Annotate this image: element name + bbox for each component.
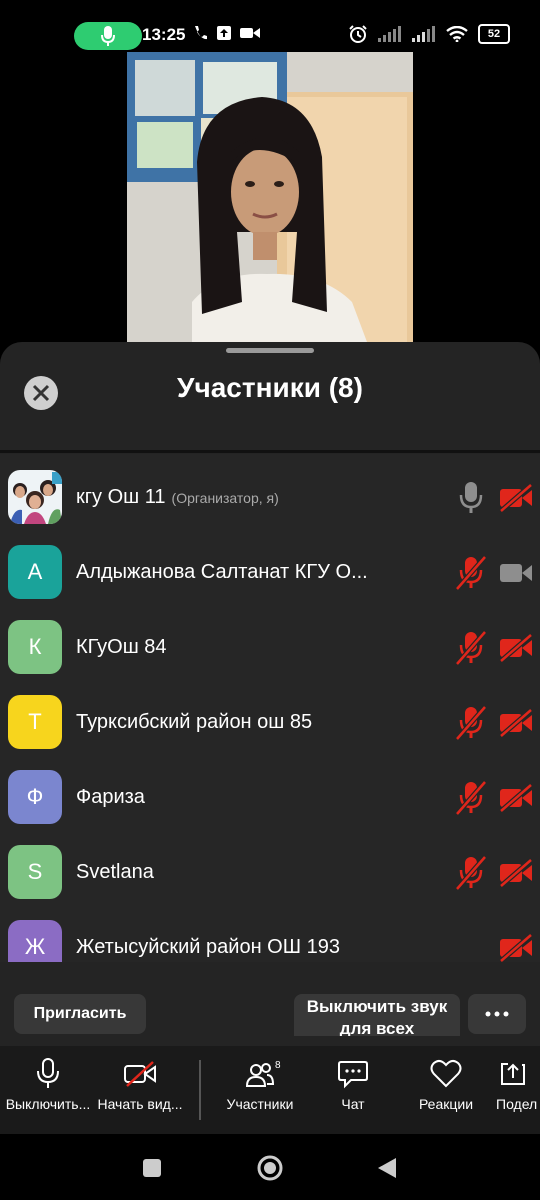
active-video-preview[interactable] <box>127 52 413 342</box>
participant-row[interactable]: Ф Фариза <box>0 762 540 837</box>
recent-apps-icon[interactable] <box>142 1158 162 1178</box>
video-off-icon[interactable] <box>498 634 534 662</box>
participants-list[interactable]: кгу Ош 11 (Организатор, я) А Алдыжанова С… <box>0 454 540 962</box>
chat-button[interactable]: Чат <box>318 1058 388 1128</box>
toolbar-label: Начать вид... <box>97 1096 183 1112</box>
panel-title: Участники (8) <box>177 372 363 403</box>
system-navigation-bar <box>0 1134 540 1200</box>
participant-name: кгу Ош 11 (Организатор, я) <box>76 486 406 509</box>
avatar <box>8 470 62 524</box>
participant-name: Жетысуйский район ОШ 193 <box>76 936 340 958</box>
drag-handle[interactable] <box>226 348 314 353</box>
participant-name: Svetlana <box>76 861 154 883</box>
more-dots-icon <box>485 1011 509 1017</box>
microphone-muted-icon[interactable] <box>456 705 486 741</box>
chat-icon <box>338 1061 368 1089</box>
participant-row[interactable]: S Svetlana <box>0 837 540 912</box>
participant-row[interactable]: Ж Жетысуйский район ОШ 193 <box>0 912 540 962</box>
more-options-button[interactable] <box>468 994 526 1034</box>
participants-icon <box>245 1063 275 1087</box>
mute-button[interactable]: Выключить... <box>2 1058 94 1128</box>
video-off-icon[interactable] <box>498 709 534 737</box>
back-icon[interactable] <box>376 1156 398 1180</box>
participant-role: (Организатор, я) <box>171 490 279 506</box>
wifi-icon <box>446 26 468 42</box>
alarm-icon <box>349 25 367 43</box>
toolbar-label: Реакции <box>418 1096 474 1112</box>
participant-row[interactable]: Т Турксибский район ош 85 <box>0 687 540 762</box>
participant-name: Турксибский район ош 85 <box>76 711 313 733</box>
upload-icon <box>217 26 231 40</box>
participant-name-text: кгу Ош 11 <box>76 486 166 508</box>
microphone-muted-icon[interactable] <box>456 630 486 666</box>
participants-button[interactable]: 8 Участники <box>218 1058 302 1128</box>
video-frame-image <box>127 52 413 342</box>
microphone-muted-icon[interactable] <box>456 555 486 591</box>
avatar: К <box>8 620 62 674</box>
participants-count-badge: 8 <box>275 1060 281 1071</box>
battery-indicator: 52 <box>478 24 510 44</box>
signal-icon <box>412 26 435 42</box>
microphone-icon <box>37 1058 59 1088</box>
microphone-icon <box>101 26 115 46</box>
avatar: S <box>8 845 62 899</box>
toolbar-label: Подел <box>496 1096 538 1112</box>
heart-icon <box>430 1059 462 1088</box>
microphone-muted-icon[interactable] <box>456 855 486 891</box>
participant-row[interactable]: А Алдыжанова Салтанат КГУ О... <box>0 537 540 612</box>
status-time: 13:25 <box>142 25 186 44</box>
video-off-icon[interactable] <box>498 784 534 812</box>
avatar: Ж <box>8 920 62 962</box>
microphone-muted-icon[interactable] <box>456 780 486 816</box>
home-icon[interactable] <box>256 1154 284 1182</box>
start-video-button[interactable]: Начать вид... <box>94 1058 186 1128</box>
video-recording-icon <box>240 28 260 38</box>
video-off-icon[interactable] <box>498 484 534 512</box>
participant-row[interactable]: К КГуОш 84 <box>0 612 540 687</box>
share-screen-icon <box>501 1063 525 1085</box>
toolbar-label: Чат <box>341 1096 365 1112</box>
meeting-toolbar: Выключить... Начать вид... 8 Участники Ч… <box>0 1046 540 1134</box>
participant-row[interactable]: кгу Ош 11 (Организатор, я) <box>0 462 540 537</box>
microphone-icon[interactable] <box>456 480 486 516</box>
close-icon <box>32 384 50 402</box>
video-on-icon[interactable] <box>498 559 534 587</box>
toolbar-label: Участники <box>226 1096 294 1112</box>
wifi-call-icon <box>195 26 207 40</box>
close-button[interactable] <box>24 376 58 410</box>
signal-icon <box>378 26 401 42</box>
active-mic-indicator[interactable] <box>74 22 142 50</box>
avatar: Ф <box>8 770 62 824</box>
group-photo-avatar <box>8 470 62 524</box>
video-off-icon[interactable] <box>498 934 534 962</box>
participant-name: КГуОш 84 <box>76 636 167 658</box>
reactions-button[interactable]: Реакции <box>408 1058 484 1128</box>
toolbar-separator <box>199 1060 201 1120</box>
divider <box>0 450 540 453</box>
video-off-icon <box>124 1061 156 1087</box>
participant-name: Алдыжанова Салтанат КГУ О... <box>76 561 368 583</box>
invite-button[interactable]: Пригласить <box>14 994 146 1034</box>
share-button[interactable]: Подел <box>496 1058 540 1128</box>
video-off-icon[interactable] <box>498 859 534 887</box>
avatar: А <box>8 545 62 599</box>
participant-name: Фариза <box>76 786 145 808</box>
toolbar-label: Выключить... <box>5 1096 91 1112</box>
mute-all-button[interactable]: Выключить звук для всех <box>294 994 460 1036</box>
avatar: Т <box>8 695 62 749</box>
